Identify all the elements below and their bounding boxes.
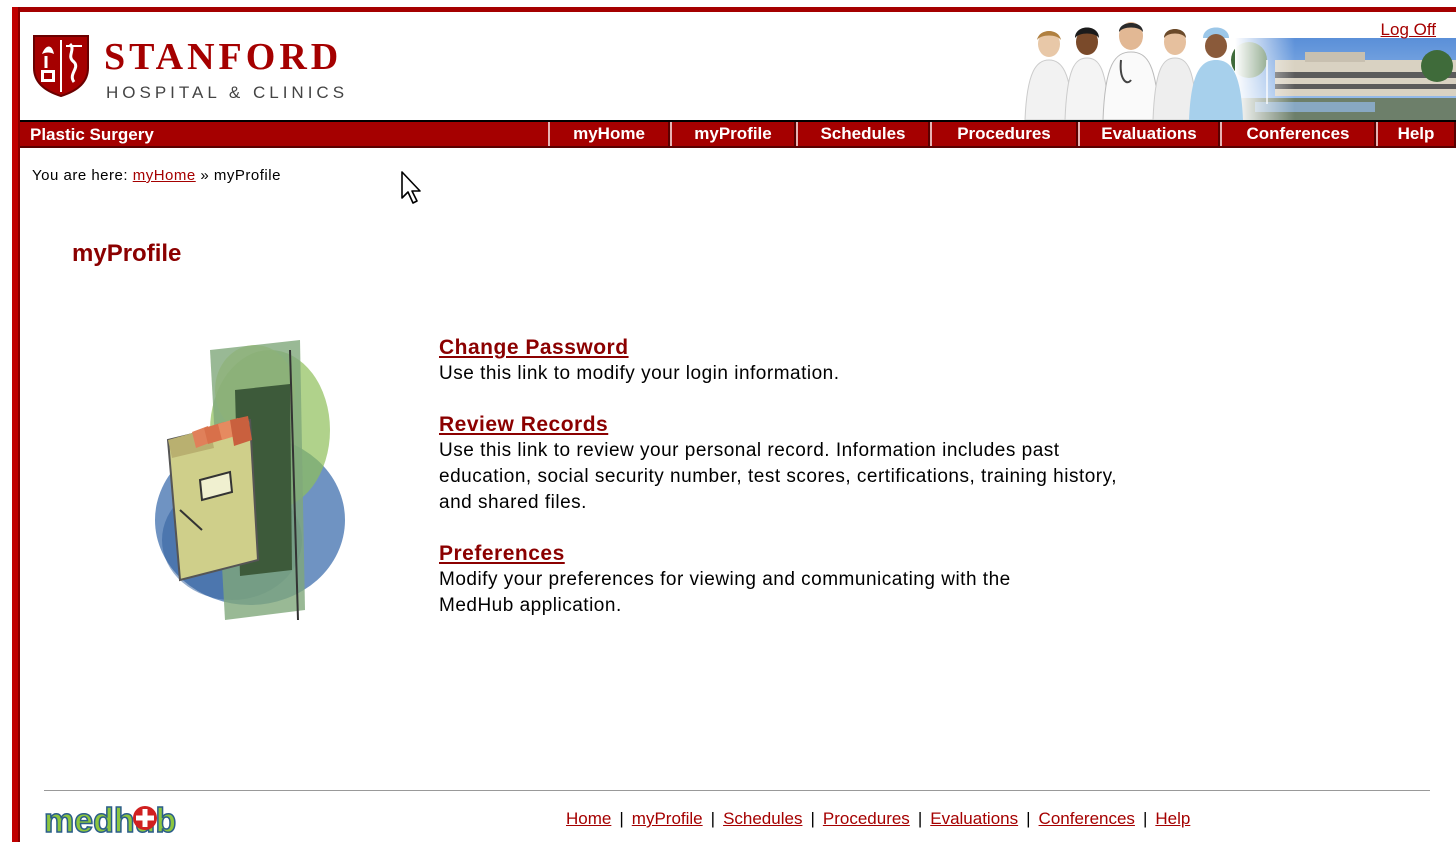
nav-tab-myhome[interactable]: myHome <box>548 122 670 146</box>
stanford-shield-icon <box>33 35 89 98</box>
site-header: STANFORD HOSPITAL & CLINICS Log Off <box>20 12 1456 120</box>
logo-name: STANFORD <box>104 36 343 78</box>
main-nav: Plastic Surgery myHome myProfile Schedul… <box>20 120 1456 148</box>
review-records-link[interactable]: Review Records <box>439 413 608 437</box>
stanford-logo[interactable]: STANFORD HOSPITAL & CLINICS <box>32 32 392 112</box>
footer-separator: | <box>917 809 923 828</box>
mouse-pointer-icon <box>401 171 421 204</box>
breadcrumb-current: myProfile <box>213 167 281 184</box>
footer-link-schedules[interactable]: Schedules <box>723 809 802 828</box>
footer-divider <box>44 790 1430 791</box>
footer-separator: | <box>1026 809 1031 828</box>
file-cabinet-illustration <box>155 340 345 621</box>
breadcrumb-separator: » <box>200 167 210 184</box>
review-records-description: Use this link to review your personal re… <box>439 440 1117 513</box>
footer-separator: | <box>710 809 716 828</box>
footer-separator: | <box>1142 809 1148 828</box>
footer-nav: Home | myProfile | Schedules | Procedures | Eval… <box>566 809 1190 829</box>
footer-link-myprofile[interactable]: myProfile <box>632 809 703 828</box>
preferences-description: Modify your preferences for viewing and … <box>439 569 1011 616</box>
change-password-section: Change Password Use this link to modify … <box>439 336 1159 387</box>
breadcrumb-prefix: You are here: <box>32 167 129 184</box>
footer-link-home[interactable]: Home <box>566 809 611 828</box>
nav-tab-procedures[interactable]: Procedures <box>930 122 1078 146</box>
breadcrumb: You are here: myHome » myProfile <box>32 167 281 184</box>
nav-tab-conferences[interactable]: Conferences <box>1220 122 1376 146</box>
footer-link-procedures[interactable]: Procedures <box>823 809 910 828</box>
change-password-link[interactable]: Change Password <box>439 336 629 360</box>
page-left-border <box>12 7 20 842</box>
footer-link-help[interactable]: Help <box>1155 809 1190 828</box>
change-password-description: Use this link to modify your login infor… <box>439 363 840 384</box>
footer-separator: | <box>619 809 624 828</box>
nav-tab-schedules[interactable]: Schedules <box>796 122 930 146</box>
footer-separator: | <box>810 809 815 828</box>
footer-link-conferences[interactable]: Conferences <box>1039 809 1135 828</box>
logo-subtitle: HOSPITAL & CLINICS <box>106 83 349 102</box>
page-title: myProfile <box>72 240 182 267</box>
breadcrumb-home-link[interactable]: myHome <box>133 167 196 184</box>
nav-tab-help[interactable]: Help <box>1376 122 1456 146</box>
preferences-section: Preferences Modify your preferences for … <box>439 542 1159 619</box>
nav-tab-myprofile[interactable]: myProfile <box>670 122 796 146</box>
department-title: Plastic Surgery <box>30 125 154 144</box>
medhub-logo[interactable]: medhub <box>44 800 216 840</box>
review-records-section: Review Records Use this link to review y… <box>439 413 1159 516</box>
nav-tab-evaluations[interactable]: Evaluations <box>1078 122 1220 146</box>
preferences-link[interactable]: Preferences <box>439 542 565 566</box>
footer-link-evaluations[interactable]: Evaluations <box>930 809 1018 828</box>
log-off-link[interactable]: Log Off <box>1381 20 1436 40</box>
